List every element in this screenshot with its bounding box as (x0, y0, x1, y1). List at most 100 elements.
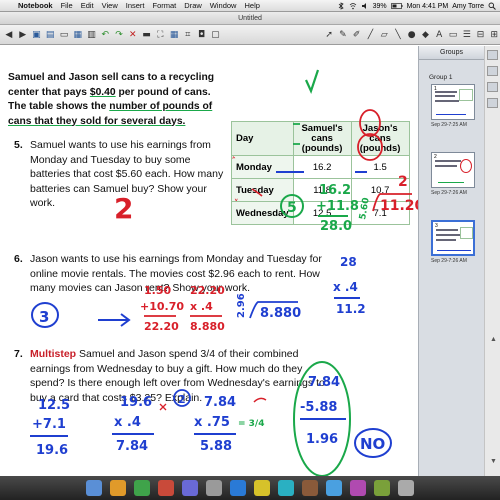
gallery-tab-icon[interactable] (487, 66, 498, 76)
delete-icon[interactable]: ✕ (127, 27, 139, 42)
app-icon[interactable] (158, 480, 174, 496)
app-icon[interactable] (374, 480, 390, 496)
capture-icon[interactable]: ⌗ (182, 27, 194, 42)
question-6-number: 6. (14, 253, 23, 265)
menu-format[interactable]: Format (149, 1, 181, 10)
app-icon[interactable] (134, 480, 150, 496)
undo-icon[interactable]: ↶ (99, 27, 111, 42)
q7-sum-total-ink: 19.6 (36, 443, 68, 458)
app-icon[interactable] (350, 480, 366, 496)
menu-file[interactable]: File (57, 1, 77, 10)
scroll-down-icon[interactable]: ▼ (490, 458, 497, 465)
app-icon[interactable] (254, 480, 270, 496)
q7-fraction-ink: = 3/4 (238, 419, 265, 429)
fill-icon[interactable]: ◆ (420, 27, 432, 42)
more-tools-icon[interactable]: ☰ (461, 27, 473, 42)
open-file-icon[interactable]: ▭ (58, 27, 70, 42)
q7-answer-circle-ink (354, 428, 392, 458)
q5-right-ink: x .4 (333, 280, 358, 294)
menu-draw[interactable]: Draw (180, 1, 206, 10)
scroll-up-icon[interactable]: ▲ (490, 336, 497, 343)
properties-tab-icon[interactable] (487, 98, 498, 108)
table-row: Monday 16.2 1.5 (231, 155, 410, 179)
q6-div-dividend-ink: 8.880 (260, 306, 301, 321)
battery-icon[interactable] (390, 2, 403, 10)
groups-header[interactable]: Groups (419, 46, 484, 60)
menu-view[interactable]: View (98, 1, 122, 10)
properties-icon[interactable]: ▭ (447, 27, 459, 42)
page-sorter: Groups Group 1 1 Sep 29-7:25 AM 2 Sep 29… (418, 46, 484, 476)
page-thumbnail-selected[interactable]: 3 (431, 220, 475, 256)
app-menu[interactable]: Notebook (14, 1, 57, 10)
table-cell-day: Wednesday (231, 201, 294, 225)
q7-sum-ink: +7.1 (32, 417, 66, 432)
group-label[interactable]: Group 1 (429, 74, 484, 81)
spotlight-search-icon[interactable] (488, 2, 496, 10)
q5-right-ink: 28 (340, 255, 357, 269)
question-7-text: Multistep Samuel and Jason spend 3/4 of … (30, 348, 325, 404)
table-row: Tuesday 11.8 10.7 (231, 178, 410, 202)
wifi-icon[interactable] (349, 2, 357, 10)
menu-insert[interactable]: Insert (122, 1, 149, 10)
q6-circle-number-ink: 3 (39, 308, 49, 326)
table-header-samuel: Samuel's cans (pounds) (292, 121, 352, 156)
table-icon[interactable]: ▦ (168, 27, 180, 42)
app-icon[interactable] (182, 480, 198, 496)
page-caption: Sep 29-7:25 AM (431, 122, 467, 128)
bluetooth-icon[interactable] (337, 2, 345, 10)
app-icon[interactable] (326, 480, 342, 496)
menu-edit[interactable]: Edit (77, 1, 98, 10)
redo-icon[interactable]: ↷ (113, 27, 125, 42)
q6-mult-total-ink: 8.880 (190, 320, 225, 333)
app-icon[interactable] (230, 480, 246, 496)
settings-icon[interactable]: ⊞ (488, 27, 500, 42)
delete-page-icon[interactable]: ▤ (44, 27, 56, 42)
app-icon[interactable] (206, 480, 222, 496)
paste-icon[interactable]: ▥ (86, 27, 98, 42)
save-icon[interactable]: ▦ (72, 27, 84, 42)
lock-icon[interactable]: ⊟ (475, 27, 487, 42)
select-arrow-icon[interactable]: ➚ (323, 27, 335, 42)
highlighter-icon[interactable]: ╱ (365, 27, 377, 42)
table-cell-day: Tuesday (231, 178, 294, 202)
notebook-page[interactable]: Samuel and Jason sell cans to a recyclin… (0, 46, 418, 476)
user-menu[interactable]: Amy Torre (452, 3, 484, 10)
document-camera-icon[interactable]: ◘ (196, 27, 208, 42)
menu-window[interactable]: Window (206, 1, 241, 10)
app-icon[interactable] (278, 480, 294, 496)
volume-icon[interactable] (361, 2, 369, 10)
page-thumbnail[interactable]: 2 (431, 152, 475, 188)
page-sorter-tab-icon[interactable] (487, 50, 498, 60)
shapes-icon[interactable]: ● (406, 27, 418, 42)
q7-mult2-total-ink: 5.88 (200, 439, 232, 454)
pen-icon[interactable]: ✎ (337, 27, 349, 42)
q6-mult-ink: x .4 (190, 300, 213, 313)
battery-percent: 39% (372, 2, 387, 10)
finder-icon[interactable] (86, 480, 102, 496)
app-icon[interactable] (302, 480, 318, 496)
screen-shade-icon[interactable]: ▬ (141, 27, 153, 42)
table-row: Wednesday 12.5 7.1 (231, 201, 410, 225)
back-arrow-icon[interactable]: ◀ (3, 27, 15, 42)
menu-help[interactable]: Help (240, 1, 263, 10)
line-icon[interactable]: ╲ (392, 27, 404, 42)
eraser-icon[interactable]: ▱ (378, 27, 390, 42)
q7-mult-total-ink: 7.84 (116, 439, 148, 454)
clock[interactable]: Mon 4:41 PM (407, 3, 449, 10)
forward-arrow-icon[interactable]: ▶ (17, 27, 29, 42)
add-page-icon[interactable]: ▣ (31, 27, 43, 42)
text-icon[interactable]: A (433, 27, 445, 42)
attachments-tab-icon[interactable] (487, 82, 498, 92)
app-icon[interactable] (110, 480, 126, 496)
window-icon[interactable]: ▢ (209, 27, 221, 42)
creative-pen-icon[interactable]: ✐ (351, 27, 363, 42)
table-cell-day: Monday (231, 155, 294, 179)
trash-icon[interactable] (398, 480, 414, 496)
table-cell-jason: 7.1 (350, 201, 410, 225)
checkmark-ink (304, 69, 320, 95)
table-cell-jason: 1.5 (350, 155, 410, 179)
q6-circle-ink (31, 302, 59, 328)
page-thumbnail[interactable]: 1 (431, 84, 475, 120)
full-screen-icon[interactable]: ⛶ (154, 27, 166, 42)
question-5-number: 5. (14, 139, 23, 151)
